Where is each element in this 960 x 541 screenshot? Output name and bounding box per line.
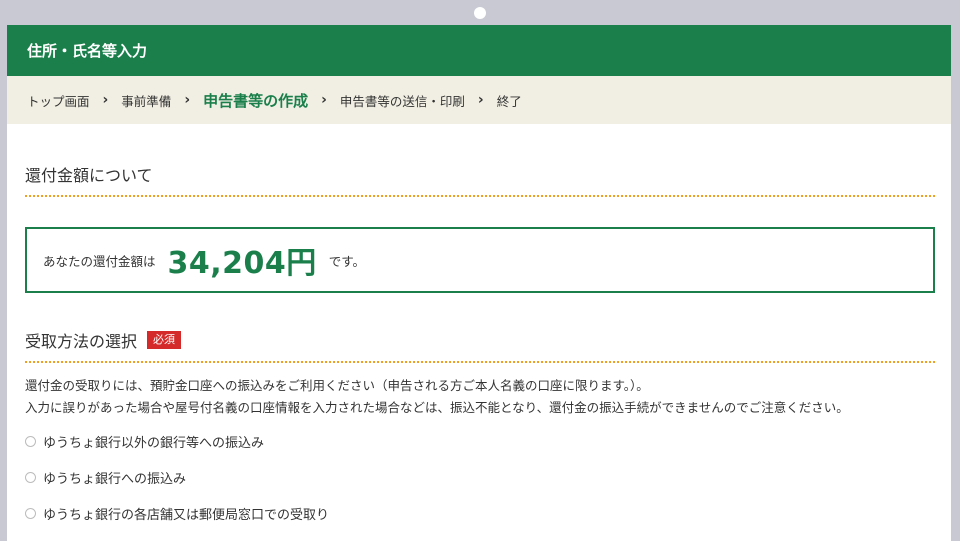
receipt-option-label: ゆうちょ銀行以外の銀行等への振込み [43, 435, 265, 451]
receipt-option-post-office[interactable]: ゆうちょ銀行の各店舗又は郵便局窓口での受取り [25, 495, 935, 531]
chevron-right-icon: › [477, 92, 484, 108]
receipt-option-label: ゆうちょ銀行への振込み [43, 471, 187, 487]
refund-amount-suffix: です。 [328, 253, 366, 269]
receipt-note-line-1: 還付金の受取りには、預貯金口座への振込みをご利用ください（申告される方ご本人名義… [25, 378, 649, 393]
app-window: 住所・氏名等入力 トップ画面 › 事前準備 › 申告書等の作成 › 申告書等の送… [7, 25, 951, 541]
radio-button[interactable] [25, 507, 36, 519]
chevron-right-icon: › [102, 92, 109, 108]
receipt-section-heading: 受取方法の選択 必須 [25, 293, 935, 363]
refund-amount-value: 34,204円 [167, 246, 317, 281]
required-badge: 必須 [147, 331, 182, 349]
device-camera [474, 7, 486, 19]
receipt-option-yucho-transfer[interactable]: ゆうちょ銀行への振込み [25, 459, 935, 495]
breadcrumb-item-preparation: 事前準備 [121, 93, 172, 109]
receipt-note: 還付金の受取りには、預貯金口座への振込みをご利用ください（申告される方ご本人名義… [25, 375, 935, 419]
main-content: 還付金額について あなたの還付金額は 34,204円 です。 受取方法の選択 必… [7, 124, 951, 531]
receipt-section-title: 受取方法の選択 [25, 332, 138, 351]
radio-button[interactable] [25, 471, 36, 483]
breadcrumb-item-top: トップ画面 [27, 93, 90, 109]
chevron-right-icon: › [184, 92, 191, 108]
receipt-method-options: ゆうちょ銀行以外の銀行等への振込み ゆうちょ銀行への振込み ゆうちょ銀行の各店舗… [25, 423, 935, 531]
breadcrumb-item-create-return: 申告書等の作成 [203, 91, 309, 110]
refund-section-heading: 還付金額について [25, 124, 935, 197]
breadcrumb-item-submit-print: 申告書等の送信・印刷 [339, 93, 465, 109]
page-header: 住所・氏名等入力 [7, 25, 951, 76]
refund-section-title: 還付金額について [25, 166, 153, 185]
refund-amount-prefix: あなたの還付金額は [43, 253, 156, 269]
radio-button[interactable] [25, 435, 36, 447]
receipt-option-label: ゆうちょ銀行の各店舗又は郵便局窓口での受取り [43, 507, 330, 523]
receipt-option-other-bank[interactable]: ゆうちょ銀行以外の銀行等への振込み [25, 423, 935, 459]
breadcrumb: トップ画面 › 事前準備 › 申告書等の作成 › 申告書等の送信・印刷 › 終了 [7, 76, 951, 124]
breadcrumb-item-finish: 終了 [496, 93, 522, 109]
page-title: 住所・氏名等入力 [27, 42, 148, 60]
chevron-right-icon: › [321, 92, 327, 108]
receipt-note-line-2: 入力に誤りがあった場合や屋号付名義の口座情報を入力された場合などは、振込不能とな… [25, 400, 849, 415]
refund-amount-box: あなたの還付金額は 34,204円 です。 [25, 227, 935, 293]
